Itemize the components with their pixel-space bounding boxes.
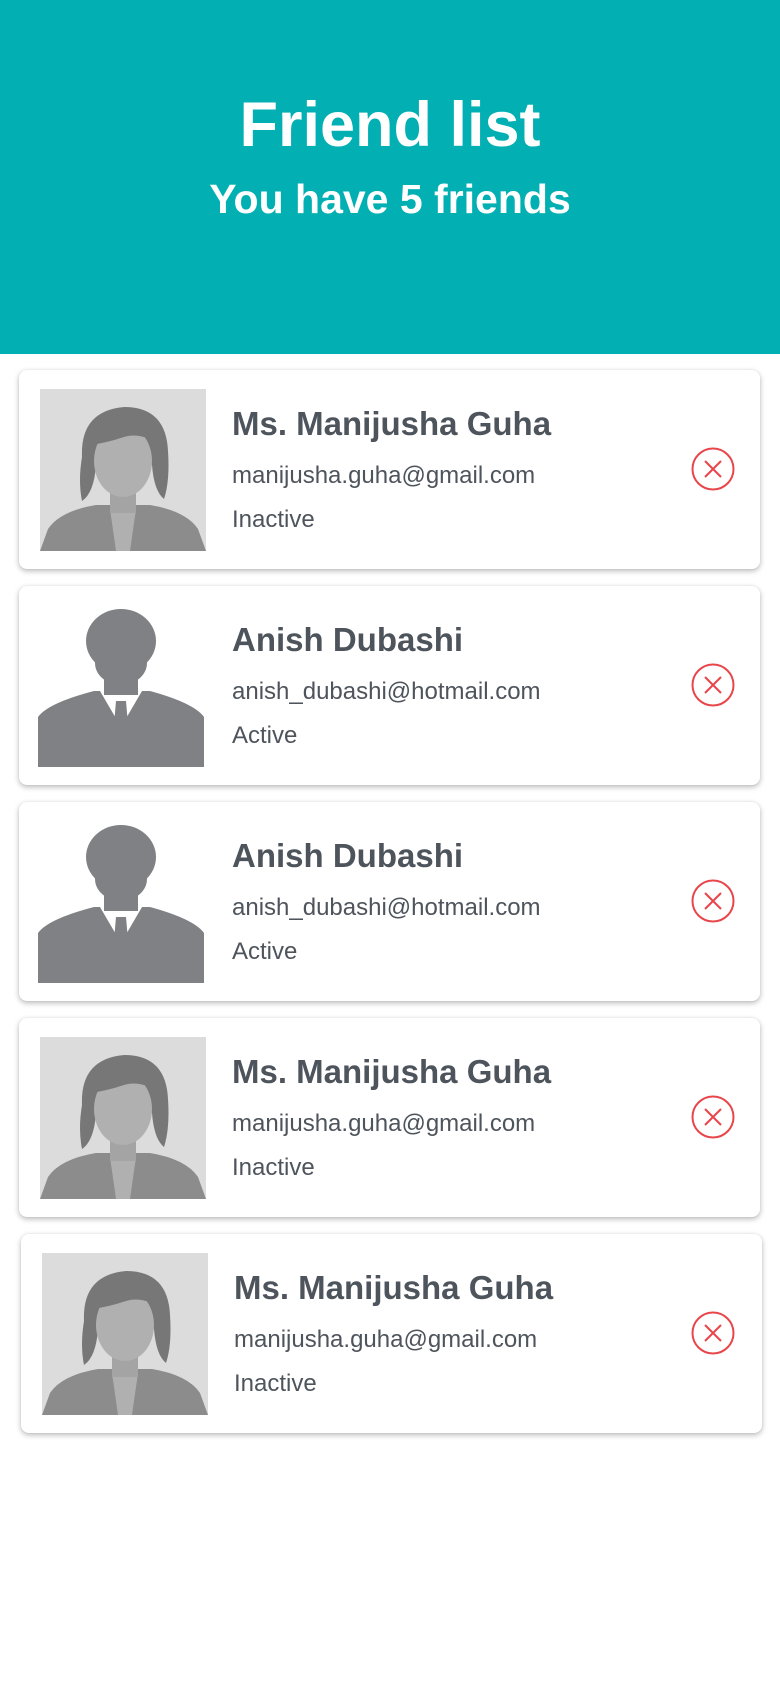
friend-card[interactable]: Ms. Manijusha Guha manijusha.guha@gmail.… xyxy=(21,1234,762,1433)
friend-email: manijusha.guha@gmail.com xyxy=(232,1110,536,1137)
female-avatar-icon xyxy=(40,1037,206,1199)
close-circle-icon xyxy=(691,1095,735,1139)
friend-email: anish_dubashi@hotmail.com xyxy=(232,678,541,705)
close-circle-icon xyxy=(691,663,735,707)
friend-status: Inactive xyxy=(232,1154,315,1181)
friend-name: Anish Dubashi xyxy=(232,837,464,874)
male-avatar-icon xyxy=(38,821,204,983)
page-title: Friend list xyxy=(239,90,541,160)
female-avatar-icon xyxy=(40,389,206,551)
friend-card[interactable]: Anish Dubashi anish_dubashi@hotmail.com … xyxy=(19,802,760,1001)
friend-status: Active xyxy=(232,722,298,749)
female-avatar-icon xyxy=(42,1253,208,1415)
friend-name: Ms. Manijusha Guha xyxy=(232,405,552,442)
close-circle-icon xyxy=(691,879,735,923)
remove-friend-button[interactable] xyxy=(691,663,735,707)
friend-status: Inactive xyxy=(232,506,315,533)
friend-status: Inactive xyxy=(234,1370,317,1397)
male-avatar-icon xyxy=(38,605,204,767)
remove-friend-button[interactable] xyxy=(691,447,735,491)
remove-friend-button[interactable] xyxy=(691,879,735,923)
friend-email: manijusha.guha@gmail.com xyxy=(232,462,536,489)
friend-name: Anish Dubashi xyxy=(232,621,464,658)
remove-friend-button[interactable] xyxy=(691,1311,735,1355)
friend-email: manijusha.guha@gmail.com xyxy=(234,1326,538,1353)
remove-friend-button[interactable] xyxy=(691,1095,735,1139)
friend-name: Ms. Manijusha Guha xyxy=(232,1053,552,1090)
close-circle-icon xyxy=(691,1311,735,1355)
friend-count: You have 5 friends xyxy=(209,176,571,222)
friend-status: Active xyxy=(232,938,298,965)
friend-card[interactable]: Ms. Manijusha Guha manijusha.guha@gmail.… xyxy=(19,370,760,569)
friend-card[interactable]: Ms. Manijusha Guha manijusha.guha@gmail.… xyxy=(19,1018,760,1217)
close-circle-icon xyxy=(691,447,735,491)
friend-card[interactable]: Anish Dubashi anish_dubashi@hotmail.com … xyxy=(19,586,760,785)
friend-name: Ms. Manijusha Guha xyxy=(234,1269,554,1306)
friend-email: anish_dubashi@hotmail.com xyxy=(232,894,541,921)
header-banner: Friend list You have 5 friends xyxy=(0,0,780,354)
